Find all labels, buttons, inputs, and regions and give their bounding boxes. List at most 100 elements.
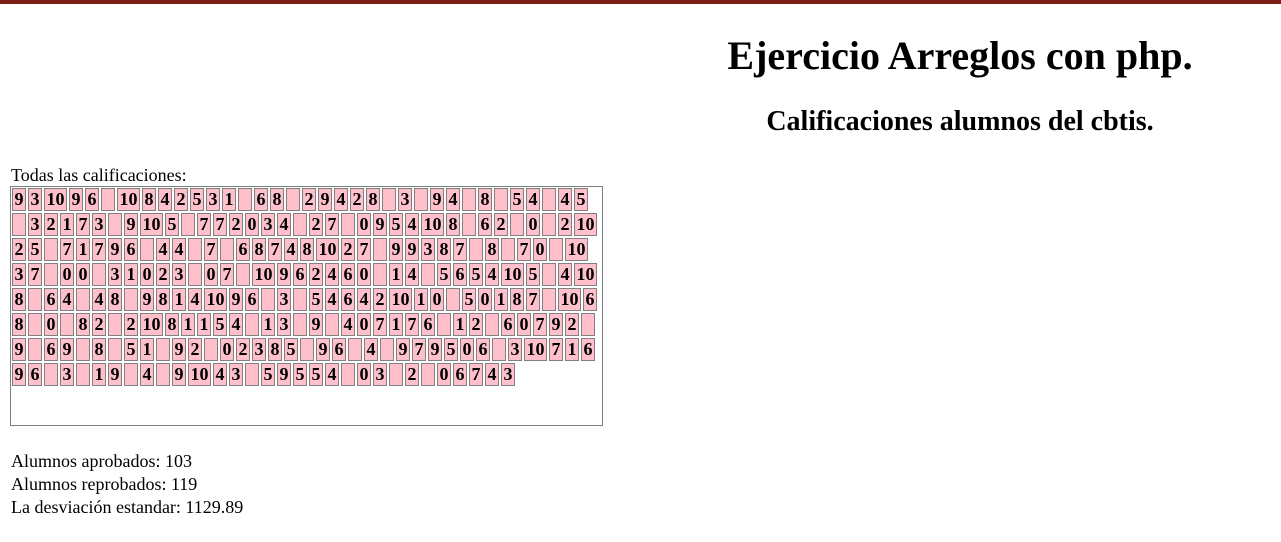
grade-cell: 3: [421, 238, 435, 261]
grade-cell: 9: [549, 313, 563, 336]
grade-cell: 2: [12, 238, 26, 261]
grade-cell: 10: [44, 188, 67, 211]
grade-cell: 9: [69, 188, 83, 211]
grade-cell: 3: [252, 338, 266, 361]
grade-cell: [421, 363, 435, 386]
grade-cell: [494, 188, 508, 211]
grade-cell: 10: [252, 263, 275, 286]
grade-cell: 10: [574, 263, 597, 286]
grade-cell: [245, 363, 259, 386]
grade-cell: 9: [405, 238, 419, 261]
grade-cell: 9: [316, 338, 330, 361]
grade-cell: 10: [140, 313, 163, 336]
grade-cell: 0: [478, 288, 492, 311]
grade-cell: 2: [373, 288, 387, 311]
grade-cell: 5: [284, 338, 298, 361]
grade-cell: 3: [277, 313, 291, 336]
grades-label: Todas las calificaciones:: [11, 165, 187, 185]
grade-cell: 3: [508, 338, 522, 361]
grade-cell: 1: [222, 188, 236, 211]
grade-cell: 0: [430, 288, 444, 311]
grade-cell: [156, 338, 170, 361]
grade-cell: 8: [12, 313, 26, 336]
grade-cell: 3: [206, 188, 220, 211]
grade-cell: [236, 263, 250, 286]
grade-cell: 7: [60, 238, 74, 261]
grade-cell: [124, 288, 138, 311]
grade-cell: [437, 313, 451, 336]
grade-cell: 10: [574, 213, 597, 236]
grade-cell: [28, 288, 42, 311]
grade-cell: [293, 213, 307, 236]
grade-cell: 2: [405, 363, 419, 386]
grade-cell: 1: [172, 288, 186, 311]
grade-cell: [293, 288, 307, 311]
grade-cell: [325, 313, 339, 336]
grade-cell: [108, 213, 122, 236]
grade-cell: 8: [156, 288, 170, 311]
grade-cell: 4: [188, 288, 202, 311]
grade-cell: [156, 363, 170, 386]
grade-cell: [92, 263, 106, 286]
grade-cell: 8: [300, 238, 314, 261]
grade-cell: 2: [309, 213, 323, 236]
grade-cell: 7: [28, 263, 42, 286]
grade-cell: 5: [510, 188, 524, 211]
grade-cell: 0: [245, 213, 259, 236]
grade-cell: 3: [28, 213, 42, 236]
grade-cell: 10: [204, 288, 227, 311]
grade-cell: 1: [565, 338, 579, 361]
grade-cell: 9: [108, 363, 122, 386]
grade-cell: 9: [60, 338, 74, 361]
grade-cell: 0: [357, 363, 371, 386]
grade-cell: 1: [181, 313, 195, 336]
grade-cell: 6: [501, 313, 515, 336]
grade-cell: [140, 238, 154, 261]
grade-cell: [76, 363, 90, 386]
grade-cell: 4: [213, 363, 227, 386]
grade-cell: 10: [558, 288, 581, 311]
grade-cell: 4: [334, 188, 348, 211]
grade-cell: 1: [453, 313, 467, 336]
grade-cell: [373, 238, 387, 261]
grade-cell: 0: [220, 338, 234, 361]
grade-cell: 5: [462, 288, 476, 311]
grade-cell: 5: [309, 363, 323, 386]
grade-cell: 3: [373, 363, 387, 386]
grade-cell: [542, 213, 556, 236]
grade-cell: 6: [254, 188, 268, 211]
grade-cell: 3: [108, 263, 122, 286]
grade-cell: [542, 188, 556, 211]
grade-cell: 3: [60, 363, 74, 386]
grade-cell: 6: [581, 338, 595, 361]
grade-cell: 5: [469, 263, 483, 286]
grade-cell: 10: [421, 213, 444, 236]
grade-cell: 6: [341, 263, 355, 286]
grade-cell: 0: [357, 213, 371, 236]
grade-cell: 2: [558, 213, 572, 236]
grade-cell: 2: [92, 313, 106, 336]
grade-cell: 4: [325, 363, 339, 386]
grade-cell: 8: [437, 238, 451, 261]
grade-cell: 6: [28, 363, 42, 386]
grade-cell: 5: [190, 188, 204, 211]
grade-cell: [188, 238, 202, 261]
failed-count: Alumnos reprobados: 119: [11, 474, 198, 494]
grade-cell: 8: [270, 188, 284, 211]
grade-cell: 9: [428, 338, 442, 361]
grade-cell: 2: [229, 213, 243, 236]
grade-cell: [101, 188, 115, 211]
grade-cell: 4: [156, 238, 170, 261]
grade-cell: 8: [366, 188, 380, 211]
grade-cell: [542, 263, 556, 286]
grade-cell: 4: [277, 213, 291, 236]
grade-cell: 7: [526, 288, 540, 311]
grade-cell: 0: [517, 313, 531, 336]
grade-cell: [462, 188, 476, 211]
grade-cell: 9: [309, 313, 323, 336]
grade-cell: 7: [204, 238, 218, 261]
grade-cell: [44, 238, 58, 261]
grade-cell: [300, 338, 314, 361]
grade-cell: 3: [277, 288, 291, 311]
grade-cell: 0: [533, 238, 547, 261]
